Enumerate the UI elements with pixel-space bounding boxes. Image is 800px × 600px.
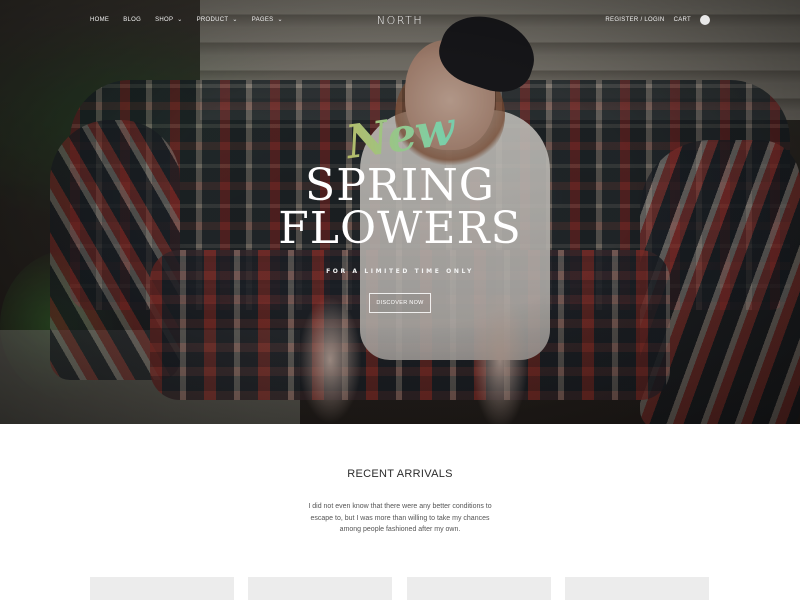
hero-tagline: FOR A LIMITED TIME ONLY [326,268,474,275]
section-description-line: among people fashioned after my own. [339,526,461,533]
product-card[interactable] [248,577,392,600]
product-card[interactable] [407,577,551,600]
product-card[interactable] [90,577,234,600]
section-description-line: escape to, but I was more than willing t… [310,514,490,522]
cart-icon[interactable] [700,15,710,25]
product-grid [90,577,710,600]
discover-now-button[interactable]: DISCOVER NOW [369,293,431,313]
account-menu: REGISTER / LOGIN CART [605,15,710,25]
register-login-link[interactable]: REGISTER / LOGIN [605,17,664,23]
product-card[interactable] [565,577,709,600]
section-description: I did not even know that there were any … [300,501,500,536]
section-title: RECENT ARRIVALS [347,468,453,480]
top-navigation: HOME BLOG SHOP ⌄ PRODUCT ⌄ PAGES ⌄ NORTH RE… [0,0,800,42]
cart-link[interactable]: CART [674,17,691,23]
section-description-line: I did not even know that there were any … [308,503,492,510]
hero-headline-line2: FLOWERS [278,203,522,254]
